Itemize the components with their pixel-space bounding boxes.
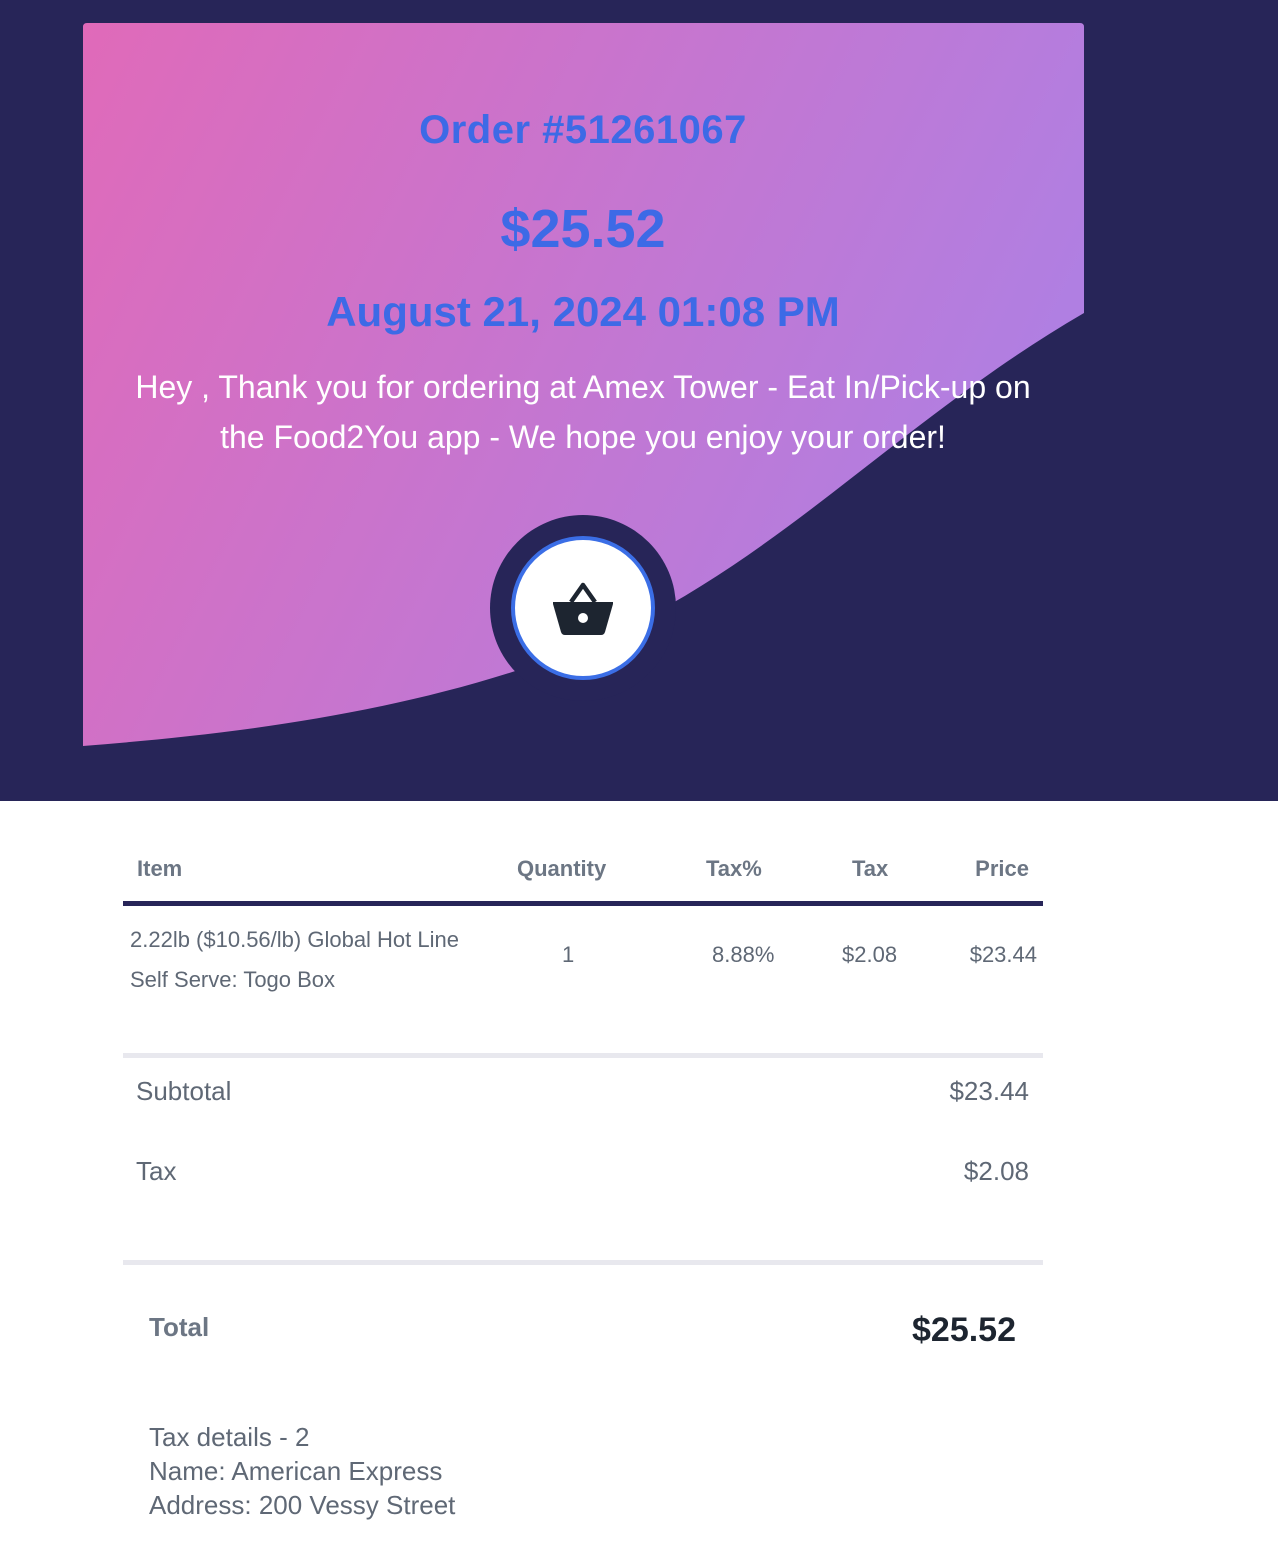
- subtotal-label: Subtotal: [136, 1076, 232, 1106]
- order-date: August 21, 2024 01:08 PM: [326, 288, 840, 335]
- item-price: $23.44: [969, 942, 1037, 967]
- divider: [123, 1260, 1043, 1265]
- tax-value: $2.08: [963, 1156, 1029, 1186]
- item-description: 2.22lb ($10.56/lb) Global Hot Line Self …: [130, 927, 459, 992]
- total-value: $25.52: [912, 1311, 1016, 1349]
- tax-details: Tax details - 2 Name: American Express A…: [149, 1420, 455, 1522]
- thank-you-message: Hey , Thank you for ordering at Amex Tow…: [135, 369, 1031, 455]
- tax-details-title: Tax details - 2: [149, 1422, 310, 1452]
- item-tax-percent: 8.88%: [712, 942, 775, 967]
- tax-details-address: Address: 200 Vessy Street: [149, 1490, 456, 1520]
- column-header-quantity: Quantity: [517, 856, 607, 881]
- basket-icon: [553, 582, 613, 635]
- tax-details-name: Name: American Express: [149, 1456, 443, 1486]
- column-header-item: Item: [137, 856, 183, 881]
- column-header-tax: Tax: [852, 856, 889, 881]
- tax-label: Tax: [136, 1156, 177, 1186]
- divider: [123, 1053, 1043, 1058]
- item-quantity: 1: [562, 942, 575, 967]
- total-label: Total: [149, 1312, 210, 1342]
- receipt-header: Order #51261067 $25.52 August 21, 2024 0…: [0, 0, 1278, 801]
- header-divider: [123, 901, 1043, 906]
- item-tax: $2.08: [842, 942, 898, 967]
- column-header-price: Price: [975, 856, 1029, 881]
- subtotal-value: $23.44: [949, 1076, 1029, 1106]
- order-number: Order #51261067: [419, 108, 747, 152]
- order-amount: $25.52: [500, 199, 666, 259]
- basket-badge: [490, 515, 676, 701]
- column-header-tax-percent: Tax%: [706, 856, 762, 881]
